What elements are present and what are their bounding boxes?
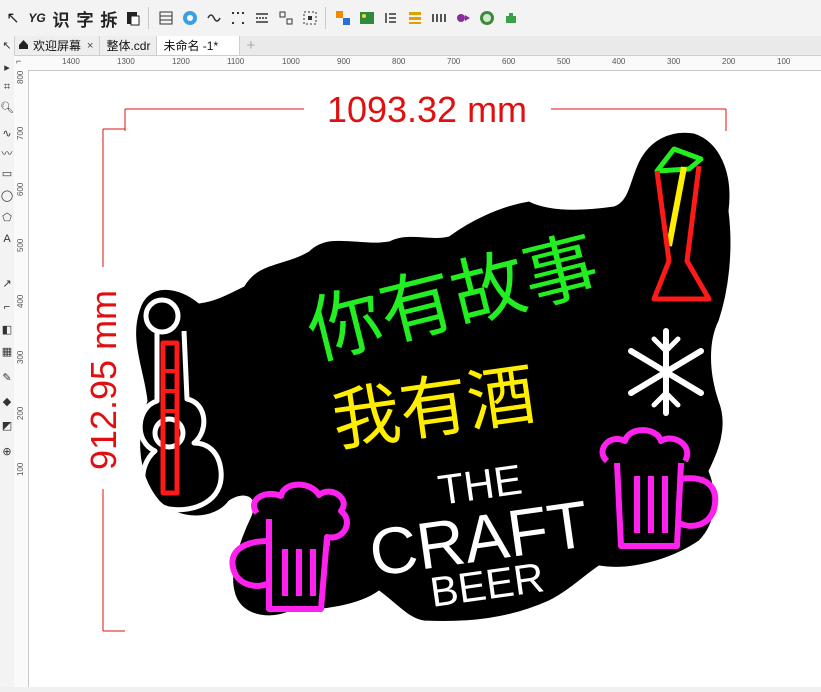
wave-tool-icon[interactable] (203, 6, 225, 30)
smart-fill-icon[interactable]: ◩ (0, 416, 14, 434)
color-blocks-icon[interactable] (332, 6, 354, 30)
transparency-tool-icon[interactable]: ▦ (0, 342, 14, 360)
split-button[interactable]: 拆 (98, 6, 120, 30)
text-tool-icon[interactable]: A (0, 230, 14, 248)
ruler-tick-label: 500 (16, 238, 25, 252)
toolbox: ↖ ▸ ⌗ 🔍︎ ∿ 〰 ▭ ◯ ⬠ A ↗ ⌐ ◧ ▦ ✎ ◆ ◩ ⊕ (0, 36, 15, 687)
pick-tool-icon[interactable]: ↖ (0, 36, 14, 54)
ruler-tick-label: 100 (16, 462, 25, 476)
ruler-tick-label: 200 (16, 406, 25, 420)
interactive-fill-icon[interactable]: ◆ (0, 392, 14, 410)
ruler-tick-label: 400 (16, 294, 25, 308)
ruler-origin-icon[interactable]: ⌐ (16, 56, 21, 66)
tab-whole-cdr[interactable]: 整体.cdr (100, 36, 158, 55)
add-tab-button[interactable]: + (240, 36, 261, 55)
puzzle-icon[interactable] (500, 6, 522, 30)
ruler-tick-label: 1000 (282, 57, 300, 66)
drawing-canvas[interactable]: 1093.32 mm 912.95 mm 你有故事 我有酒 THE CRAFT … (29, 71, 821, 687)
toolbar-separator (148, 7, 149, 29)
home-icon (18, 39, 29, 53)
width-dimension-label: 1093.32 mm (327, 89, 527, 130)
ruler-tick-label: 700 (447, 57, 461, 66)
document-tabs: 欢迎屏幕 × 整体.cdr 未命名 -1* + (14, 36, 821, 56)
freehand-tool-icon[interactable]: ∿ (0, 124, 14, 142)
globe-icon[interactable] (476, 6, 498, 30)
ruler-tick-label: 600 (502, 57, 516, 66)
horizontal-ruler: ⌐ 1400 1300 1200 1100 1000 900 800 700 600 500 400… (14, 56, 821, 71)
tab-untitled[interactable]: 未命名 -1* (157, 36, 241, 55)
ruler-tick-label: 1100 (227, 57, 245, 66)
more-tools-icon[interactable]: ⊕ (0, 442, 14, 460)
text-align-icon[interactable] (380, 6, 402, 30)
barcode-icon[interactable] (428, 6, 450, 30)
dimension-tool-icon[interactable]: ↗ (0, 274, 14, 292)
ruler-tick-label: 400 (612, 57, 626, 66)
ruler-tick-label: 600 (16, 182, 25, 196)
ruler-tick-label: 800 (392, 57, 406, 66)
rectangle-tool-icon[interactable]: ▭ (0, 164, 14, 182)
crop-tool-icon[interactable]: ⌗ (0, 78, 14, 96)
ruler-tick-label: 800 (16, 70, 25, 84)
artistic-media-icon[interactable]: 〰 (0, 144, 14, 162)
tab-label: 未命名 -1* (163, 39, 219, 53)
shape-tool-icon[interactable]: ▸ (0, 58, 14, 76)
ruler-tick-label: 300 (16, 350, 25, 364)
yg-plugin-button[interactable]: YG (26, 6, 48, 30)
close-icon[interactable]: × (87, 40, 93, 52)
height-dimension-label: 912.95 mm (83, 290, 124, 470)
ruler-tick-label: 200 (722, 57, 736, 66)
main-toolbar: ↖ YG 识 字 拆 (0, 0, 821, 37)
ruler-tick-label: 1300 (117, 57, 135, 66)
ruler-tick-label: 500 (557, 57, 571, 66)
ruler-tick-label: 1200 (172, 57, 190, 66)
shadow-tool-icon[interactable]: ◧ (0, 320, 14, 338)
eyedropper-tool-icon[interactable]: ✎ (0, 368, 14, 386)
image-icon[interactable] (356, 6, 378, 30)
ruler-tick-label: 900 (337, 57, 351, 66)
lines-icon[interactable] (251, 6, 273, 30)
ruler-tick-label: 100 (777, 57, 791, 66)
table-icon[interactable] (155, 6, 177, 30)
ellipse-tool-icon[interactable]: ◯ (0, 186, 14, 204)
ruler-tick-label: 700 (16, 126, 25, 140)
tab-label: 欢迎屏幕 (33, 39, 82, 53)
tab-welcome[interactable]: 欢迎屏幕 × (14, 36, 101, 55)
list-icon[interactable] (404, 6, 426, 30)
select-frame-icon[interactable] (299, 6, 321, 30)
zoom-tool-icon[interactable]: 🔍︎ (0, 98, 14, 116)
ruler-tick-label: 1400 (62, 57, 80, 66)
text-button[interactable]: 字 (74, 6, 96, 30)
identify-button[interactable]: 识 (50, 6, 72, 30)
vertical-ruler: 800 700 600 500 400 300 200 100 (14, 70, 29, 687)
tab-label: 整体.cdr (106, 39, 151, 53)
macro-icon[interactable] (452, 6, 474, 30)
neon-sign-artwork[interactable]: 1093.32 mm 912.95 mm 你有故事 我有酒 THE CRAFT … (29, 71, 821, 687)
width-dimension[interactable]: 1093.32 mm (124, 89, 727, 131)
toolbar-separator (325, 7, 326, 29)
clipboard-icon[interactable] (122, 6, 144, 30)
polygon-tool-icon[interactable]: ⬠ (0, 208, 14, 226)
ruler-tick-label: 300 (667, 57, 681, 66)
height-dimension[interactable]: 912.95 mm (83, 128, 125, 632)
node-pattern-icon[interactable] (179, 6, 201, 30)
connector-tool-icon[interactable]: ⌐ (0, 298, 14, 316)
dot-grid-icon[interactable] (227, 6, 249, 30)
pick-arrow-icon[interactable]: ↖ (2, 6, 24, 30)
align-nodes-icon[interactable] (275, 6, 297, 30)
